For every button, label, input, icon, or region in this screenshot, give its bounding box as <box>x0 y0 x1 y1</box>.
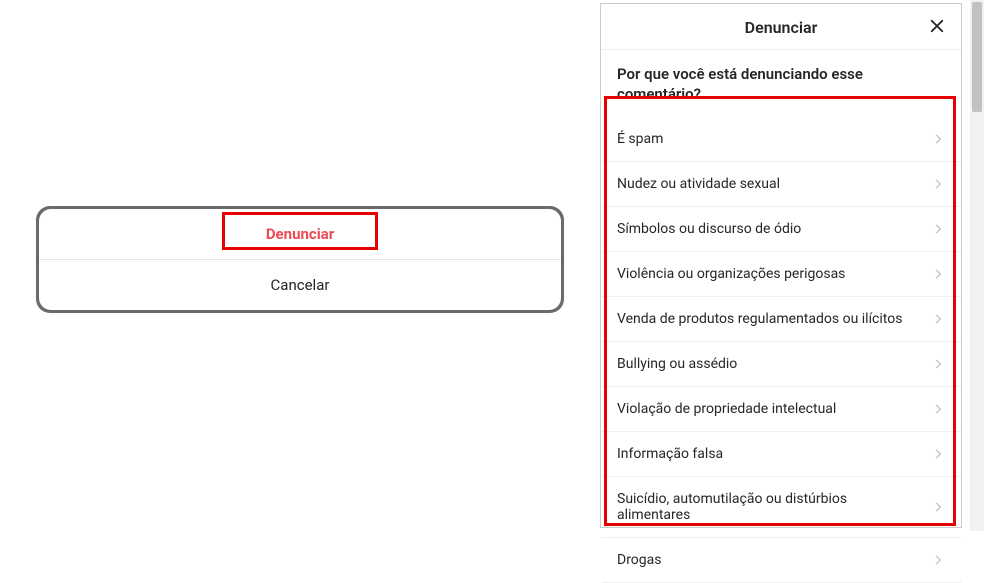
report-option[interactable]: Nudez ou atividade sexual <box>601 162 961 207</box>
report-option[interactable]: Violação de propriedade intelectual <box>601 387 961 432</box>
report-option[interactable]: Suicídio, automutilação ou distúrbios al… <box>601 477 961 538</box>
chevron-right-icon <box>931 500 945 514</box>
scrollbar-track[interactable] <box>970 0 984 531</box>
chevron-right-icon <box>931 177 945 191</box>
option-label: Venda de produtos regulamentados ou ilíc… <box>617 311 931 327</box>
chevron-right-icon <box>931 447 945 461</box>
option-label: Suicídio, automutilação ou distúrbios al… <box>617 491 931 523</box>
report-option[interactable]: Informação falsa <box>601 432 961 477</box>
modal-header: Denunciar <box>601 4 961 50</box>
close-icon <box>928 17 946 35</box>
chevron-right-icon <box>931 222 945 236</box>
chevron-right-icon <box>931 312 945 326</box>
modal-title: Denunciar <box>745 18 818 37</box>
modal-prompt: Por que você está denunciando esse comen… <box>601 50 961 117</box>
report-option[interactable]: Símbolos ou discurso de ódio <box>601 207 961 252</box>
report-option[interactable]: Drogas <box>601 538 961 583</box>
action-sheet-container: Denunciar Cancelar <box>36 206 564 313</box>
option-label: É spam <box>617 131 931 147</box>
option-label: Bullying ou assédio <box>617 356 931 372</box>
action-sheet: Denunciar Cancelar <box>39 209 561 310</box>
chevron-right-icon <box>931 357 945 371</box>
report-option[interactable]: Violência ou organizações perigosas <box>601 252 961 297</box>
option-label: Drogas <box>617 552 931 568</box>
right-panel: Denunciar Por que você está denunciando … <box>590 0 984 531</box>
report-modal: Denunciar Por que você está denunciando … <box>600 3 962 528</box>
chevron-right-icon <box>931 402 945 416</box>
cancel-button[interactable]: Cancelar <box>39 260 561 310</box>
option-label: Violação de propriedade intelectual <box>617 401 931 417</box>
option-label: Informação falsa <box>617 446 931 462</box>
report-option[interactable]: É spam <box>601 117 961 162</box>
left-panel: Denunciar Cancelar <box>0 0 590 531</box>
option-label: Nudez ou atividade sexual <box>617 176 931 192</box>
chevron-right-icon <box>931 267 945 281</box>
chevron-right-icon <box>931 132 945 146</box>
option-label: Símbolos ou discurso de ódio <box>617 221 931 237</box>
report-options-list: É spam Nudez ou atividade sexual Símbolo… <box>601 117 961 583</box>
report-button[interactable]: Denunciar <box>39 209 561 260</box>
report-option[interactable]: Venda de produtos regulamentados ou ilíc… <box>601 297 961 342</box>
scrollbar-thumb[interactable] <box>972 2 982 112</box>
chevron-right-icon <box>931 553 945 567</box>
report-option[interactable]: Bullying ou assédio <box>601 342 961 387</box>
option-label: Violência ou organizações perigosas <box>617 266 931 282</box>
close-button[interactable] <box>925 14 949 38</box>
